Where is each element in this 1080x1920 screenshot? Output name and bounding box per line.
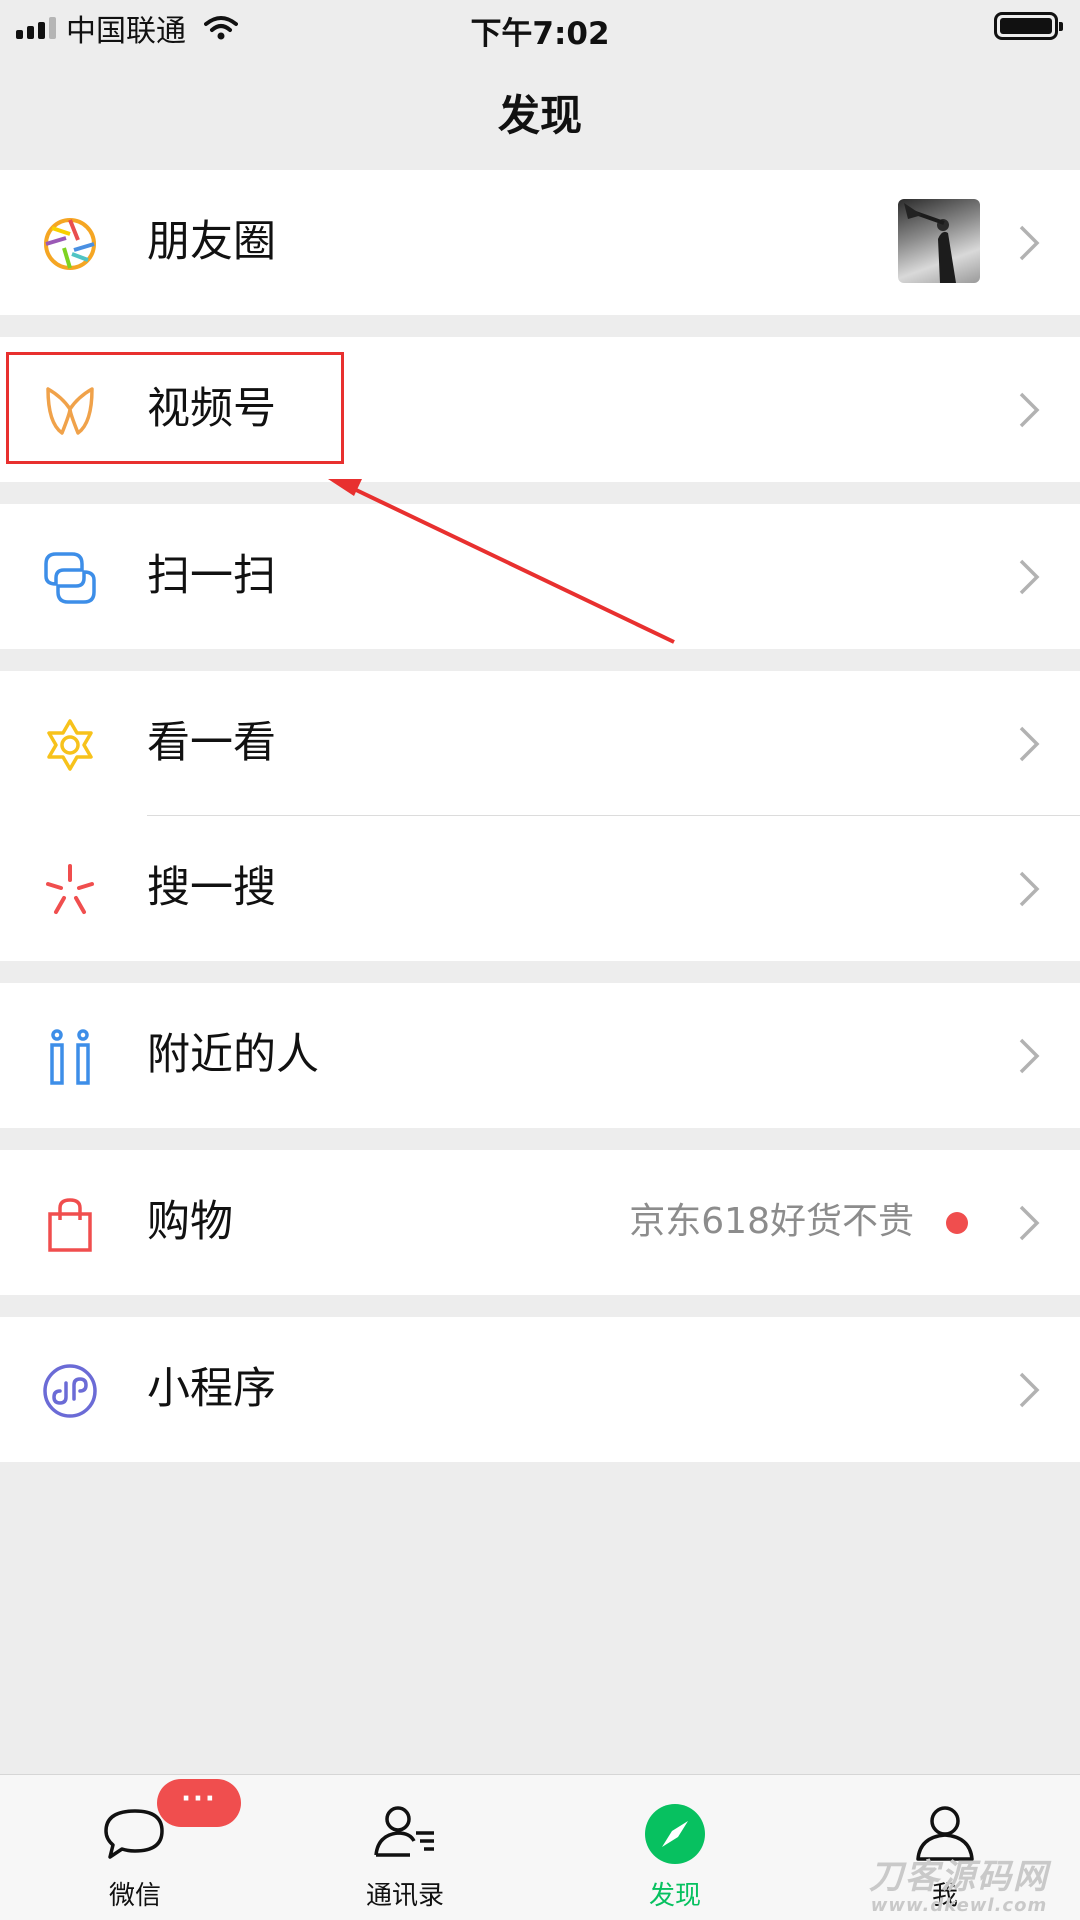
site-watermark: 刀客源码网 www.dkewl.com bbox=[852, 1858, 1066, 1916]
watermark-url: www.dkewl.com bbox=[870, 1895, 1048, 1916]
battery-icon bbox=[994, 12, 1063, 40]
moments-icon bbox=[44, 218, 96, 270]
chevron-right-icon bbox=[1019, 1205, 1040, 1241]
tab-label-contacts: 通讯录 bbox=[365, 1881, 444, 1911]
status-time: 下午7:02 bbox=[470, 16, 610, 52]
compass-icon bbox=[645, 1804, 705, 1864]
tab-label-discover: 发现 bbox=[648, 1881, 701, 1911]
row-search[interactable]: 搜一搜 bbox=[0, 816, 1080, 961]
top-stories-icon bbox=[47, 719, 93, 771]
chevron-right-icon bbox=[1019, 871, 1040, 907]
row-scan[interactable]: 扫一扫 bbox=[0, 504, 1080, 649]
tab-contacts[interactable]: 通讯录 bbox=[270, 1775, 540, 1920]
annotation-highlight-box bbox=[6, 352, 344, 464]
contacts-icon bbox=[374, 1806, 434, 1857]
chevron-right-icon bbox=[1019, 392, 1040, 428]
chevron-right-icon bbox=[1019, 726, 1040, 762]
row-label-scan: 扫一扫 bbox=[147, 551, 276, 601]
person-icon bbox=[916, 1806, 974, 1861]
row-people-nearby[interactable]: 附近的人 bbox=[0, 983, 1080, 1128]
row-label-moments: 朋友圈 bbox=[147, 217, 276, 267]
scan-icon bbox=[44, 552, 96, 604]
people-nearby-icon bbox=[50, 1029, 90, 1085]
row-label-search: 搜一搜 bbox=[147, 863, 276, 913]
shopping-bag-icon bbox=[48, 1198, 92, 1252]
search-icon bbox=[46, 864, 94, 914]
chevron-right-icon bbox=[1019, 1038, 1040, 1074]
row-top-stories[interactable]: 看一看 bbox=[0, 671, 1080, 816]
row-moments[interactable]: 朋友圈 bbox=[0, 170, 1080, 315]
watermark-title: 刀客源码网 bbox=[869, 1857, 1049, 1897]
moments-thumbnail bbox=[898, 199, 980, 283]
tab-label-chats: 微信 bbox=[108, 1881, 161, 1911]
tab-discover[interactable]: 发现 bbox=[540, 1775, 810, 1920]
notification-dot bbox=[946, 1212, 968, 1234]
row-label-shopping: 购物 bbox=[147, 1197, 233, 1247]
row-label-top-stories: 看一看 bbox=[147, 718, 276, 768]
row-label-people-nearby: 附近的人 bbox=[147, 1030, 319, 1080]
tab-chats[interactable]: ··· 微信 bbox=[0, 1775, 270, 1920]
page-title: 发现 bbox=[497, 91, 582, 140]
row-shopping[interactable]: 购物 京东618好货不贵 bbox=[0, 1150, 1080, 1295]
discover-screen: 中国联通 下午7:02 发现 朋友圈 视频号 扫一扫 看一看 搜一搜 附近的人 … bbox=[0, 0, 1080, 1920]
chevron-right-icon bbox=[1019, 1372, 1040, 1408]
row-label-mini-programs: 小程序 bbox=[147, 1364, 276, 1414]
chevron-right-icon bbox=[1019, 225, 1040, 261]
unread-badge: ··· bbox=[157, 1779, 241, 1827]
row-mini-programs[interactable]: 小程序 bbox=[0, 1317, 1080, 1462]
status-bar: 中国联通 下午7:02 bbox=[0, 0, 1080, 56]
shopping-promo-text: 京东618好货不贵 bbox=[629, 1201, 914, 1242]
mini-programs-icon bbox=[43, 1364, 97, 1418]
chevron-right-icon bbox=[1019, 559, 1040, 595]
